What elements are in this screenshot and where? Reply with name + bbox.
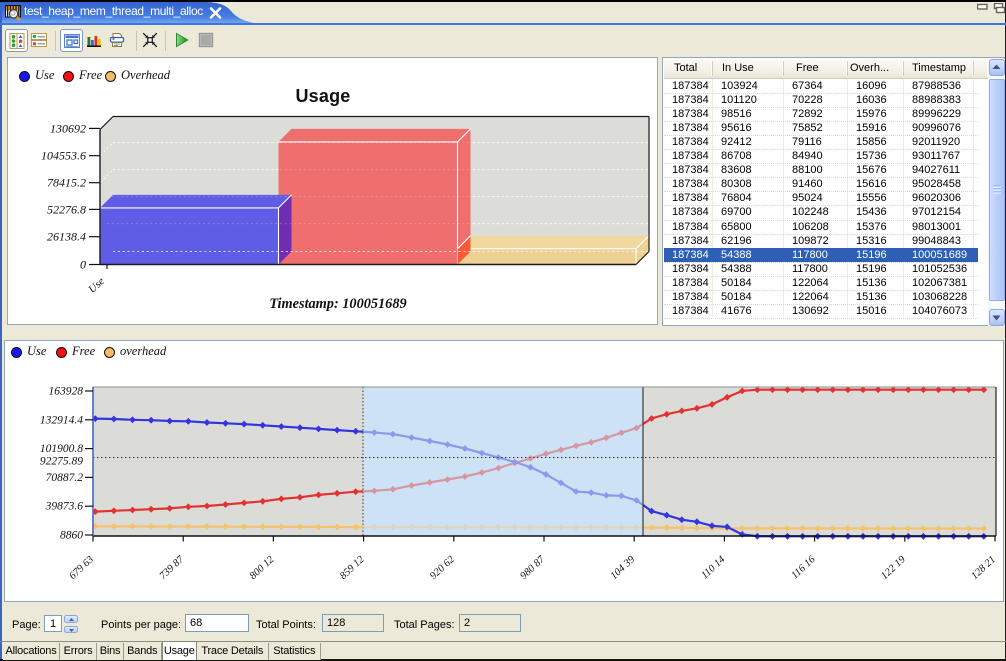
- svg-text:104 39: 104 39: [609, 554, 638, 582]
- svg-text:920 62: 920 62: [428, 554, 457, 582]
- svg-text:8860: 8860: [60, 530, 83, 542]
- svg-text:739 87: 739 87: [158, 554, 187, 582]
- svg-text:70887.2: 70887.2: [46, 472, 84, 484]
- svg-text:130692: 130692: [50, 121, 86, 135]
- svg-text:39873.6: 39873.6: [45, 501, 84, 513]
- svg-text:800 12: 800 12: [248, 554, 277, 582]
- svg-text:78415.2: 78415.2: [47, 176, 86, 190]
- svg-text:92275.89: 92275.89: [40, 456, 83, 468]
- svg-text:859 12: 859 12: [338, 554, 367, 582]
- svg-text:132914.4: 132914.4: [40, 414, 83, 426]
- svg-text:26138.4: 26138.4: [47, 230, 86, 244]
- svg-text:122 19: 122 19: [879, 554, 908, 582]
- svg-text:0: 0: [80, 258, 86, 272]
- svg-text:116 16: 116 16: [790, 554, 819, 582]
- svg-text:101900.8: 101900.8: [40, 443, 83, 455]
- svg-text:679 63: 679 63: [67, 554, 96, 582]
- svg-text:110 14: 110 14: [699, 554, 728, 582]
- svg-text:Use: Use: [86, 275, 107, 295]
- svg-text:163928: 163928: [49, 386, 84, 398]
- svg-text:980 87: 980 87: [518, 554, 547, 582]
- svg-text:128 21: 128 21: [969, 554, 998, 582]
- svg-text:104553.6: 104553.6: [41, 149, 86, 163]
- svg-text:52276.8: 52276.8: [47, 202, 86, 216]
